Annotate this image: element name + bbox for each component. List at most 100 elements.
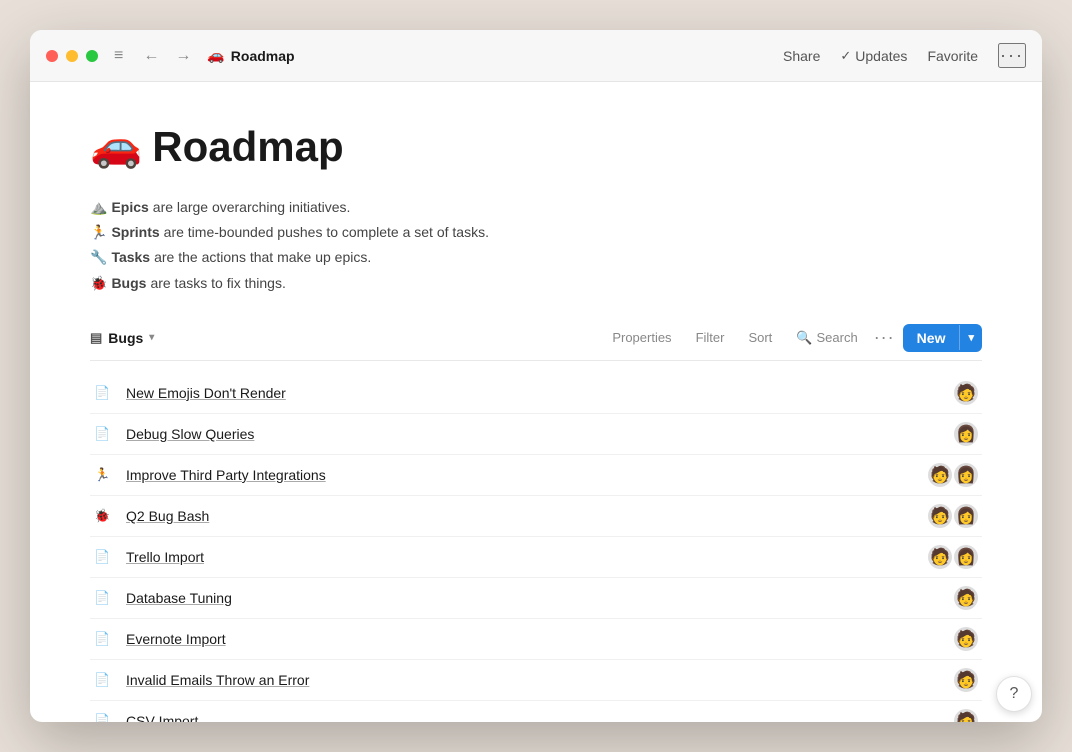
search-icon: 🔍 <box>796 330 812 346</box>
traffic-lights <box>46 50 98 62</box>
row-type-icon: 📄 <box>94 426 118 442</box>
close-button[interactable] <box>46 50 58 62</box>
database-name-text: Bugs <box>108 330 143 346</box>
row-type-icon: 📄 <box>94 672 118 688</box>
database-icon: ▤ <box>90 330 102 346</box>
epics-bold: Epics <box>111 195 148 220</box>
row-type-icon: 📄 <box>94 385 118 401</box>
titlebar: ≡ ← → 🚗 Roadmap Share ✓ Updates Favorite… <box>30 30 1042 82</box>
avatar: 🧑 <box>928 504 952 528</box>
row-avatars: 🧑👩 <box>928 545 978 569</box>
maximize-button[interactable] <box>86 50 98 62</box>
row-avatars: 🧑👩 <box>928 504 978 528</box>
updates-button[interactable]: ✓ Updates <box>840 48 907 64</box>
database-chevron-icon: ▾ <box>149 332 154 343</box>
row-avatars: 🧑 <box>954 709 978 722</box>
avatar: 🧑 <box>954 709 978 722</box>
tasks-text: are the actions that make up epics. <box>154 245 371 270</box>
row-title: Database Tuning <box>126 590 954 606</box>
page-breadcrumb: 🚗 Roadmap <box>207 47 294 64</box>
table-row[interactable]: 🐞Q2 Bug Bash🧑👩 <box>90 496 982 537</box>
search-button[interactable]: 🔍 Search <box>788 326 865 350</box>
help-button[interactable]: ? <box>996 676 1032 712</box>
avatar: 🧑 <box>954 586 978 610</box>
row-type-icon: 📄 <box>94 713 118 722</box>
row-title: New Emojis Don't Render <box>126 385 954 401</box>
avatar: 👩 <box>954 545 978 569</box>
database-name[interactable]: ▤ Bugs ▾ <box>90 330 154 346</box>
avatar: 👩 <box>954 463 978 487</box>
share-button[interactable]: Share <box>783 48 820 64</box>
table-row[interactable]: 🏃 Improve Third Party Integrations🧑👩 <box>90 455 982 496</box>
properties-button[interactable]: Properties <box>604 326 679 349</box>
row-avatars: 🧑 <box>954 381 978 405</box>
table-row[interactable]: 📄 Debug Slow Queries👩 <box>90 414 982 455</box>
sort-button[interactable]: Sort <box>740 326 780 349</box>
table-row[interactable]: 📄 New Emojis Don't Render🧑 <box>90 373 982 414</box>
filter-button[interactable]: Filter <box>688 326 733 349</box>
row-avatars: 🧑 <box>954 668 978 692</box>
page-title-emoji: 🚗 <box>90 122 142 171</box>
table-row[interactable]: 📄 CSV Import🧑 <box>90 701 982 722</box>
table-row[interactable]: 📄 Database Tuning🧑 <box>90 578 982 619</box>
table-row[interactable]: 📄 Trello Import🧑👩 <box>90 537 982 578</box>
sprints-bold: Sprints <box>111 220 159 245</box>
database-more-button[interactable]: ··· <box>874 327 895 348</box>
avatar: 🧑 <box>954 627 978 651</box>
updates-label: Updates <box>855 48 907 64</box>
bugs-emoji: 🐞 <box>90 271 107 296</box>
row-avatars: 🧑 <box>954 586 978 610</box>
bugs-bold: Bugs <box>111 271 146 296</box>
nav-arrows: ← → <box>139 45 195 67</box>
title-emoji: 🚗 <box>207 47 224 64</box>
database-bar: ▤ Bugs ▾ Properties Filter Sort 🔍 Search… <box>90 324 982 361</box>
epics-emoji: ⛰️ <box>90 195 107 220</box>
more-button[interactable]: ··· <box>998 43 1026 68</box>
bugs-table: 📄New Emojis Don't Render🧑📄Debug Slow Que… <box>90 373 982 722</box>
row-title: Improve Third Party Integrations <box>126 467 928 483</box>
page-title: 🚗 Roadmap <box>90 122 982 171</box>
table-row[interactable]: 📄 Invalid Emails Throw an Error🧑 <box>90 660 982 701</box>
row-avatars: 🧑👩 <box>928 463 978 487</box>
sprints-emoji: 🏃 <box>90 220 107 245</box>
updates-check-icon: ✓ <box>840 48 851 64</box>
menu-icon[interactable]: ≡ <box>114 47 123 65</box>
desc-line-tasks: 🔧 Tasks are the actions that make up epi… <box>90 245 982 270</box>
forward-button[interactable]: → <box>171 45 195 67</box>
new-button-arrow[interactable]: ▾ <box>959 325 982 350</box>
tasks-emoji: 🔧 <box>90 245 107 270</box>
row-title: Invalid Emails Throw an Error <box>126 672 954 688</box>
search-label: Search <box>816 330 857 345</box>
page-content: 🚗 Roadmap ⛰️ Epics are large overarching… <box>30 82 1042 722</box>
description-block: ⛰️ Epics are large overarching initiativ… <box>90 195 982 296</box>
row-type-icon: 🐞 <box>94 508 118 524</box>
row-type-icon: 🏃 <box>94 467 118 483</box>
avatar: 👩 <box>954 422 978 446</box>
row-type-icon: 📄 <box>94 590 118 606</box>
table-row[interactable]: 📄Evernote Import🧑 <box>90 619 982 660</box>
row-avatars: 👩 <box>954 422 978 446</box>
row-title: Trello Import <box>126 549 928 565</box>
title-text: Roadmap <box>231 48 295 64</box>
sprints-text: are time-bounded pushes to complete a se… <box>164 220 489 245</box>
row-avatars: 🧑 <box>954 627 978 651</box>
row-title: CSV Import <box>126 713 954 722</box>
favorite-button[interactable]: Favorite <box>927 48 978 64</box>
tasks-bold: Tasks <box>111 245 150 270</box>
minimize-button[interactable] <box>66 50 78 62</box>
row-title: Evernote Import <box>126 631 954 647</box>
bugs-text: are tasks to fix things. <box>150 271 285 296</box>
page-title-text: Roadmap <box>152 123 343 171</box>
avatar: 🧑 <box>928 463 952 487</box>
desc-line-epics: ⛰️ Epics are large overarching initiativ… <box>90 195 982 220</box>
avatar: 🧑 <box>954 668 978 692</box>
main-window: ≡ ← → 🚗 Roadmap Share ✓ Updates Favorite… <box>30 30 1042 722</box>
row-type-icon: 📄 <box>94 549 118 565</box>
titlebar-actions: Share ✓ Updates Favorite ··· <box>783 43 1026 68</box>
avatar: 👩 <box>954 504 978 528</box>
avatar: 🧑 <box>928 545 952 569</box>
back-button[interactable]: ← <box>139 45 163 67</box>
new-button[interactable]: New ▾ <box>903 324 982 352</box>
new-button-label: New <box>903 324 960 352</box>
row-title: Debug Slow Queries <box>126 426 954 442</box>
